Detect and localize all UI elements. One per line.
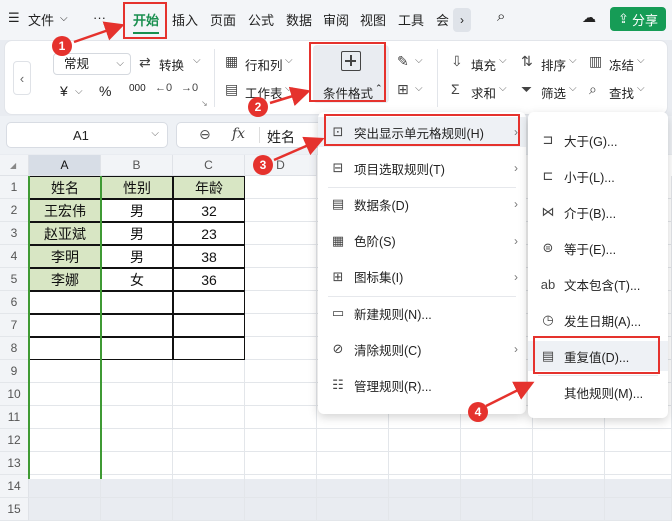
cell[interactable]: [173, 498, 245, 521]
step-badge-2: 2: [248, 97, 268, 117]
cell[interactable]: [461, 498, 533, 521]
cell[interactable]: [245, 498, 317, 521]
annotation-arrows: [73, 21, 535, 408]
arrow-4: [485, 381, 535, 408]
cell[interactable]: [29, 498, 101, 521]
cell[interactable]: [389, 498, 461, 521]
step-badge-4: 4: [468, 402, 488, 422]
step-badge-3: 3: [253, 155, 273, 175]
cell[interactable]: [533, 498, 605, 521]
arrow-1: [73, 21, 125, 44]
arrow-2: [269, 86, 311, 106]
cell[interactable]: [101, 498, 173, 521]
cell[interactable]: [317, 498, 389, 521]
step-badge-1: 1: [52, 36, 72, 56]
row-header-15[interactable]: 15: [0, 498, 29, 521]
arrow-3: [273, 136, 325, 162]
cell[interactable]: [605, 498, 672, 521]
